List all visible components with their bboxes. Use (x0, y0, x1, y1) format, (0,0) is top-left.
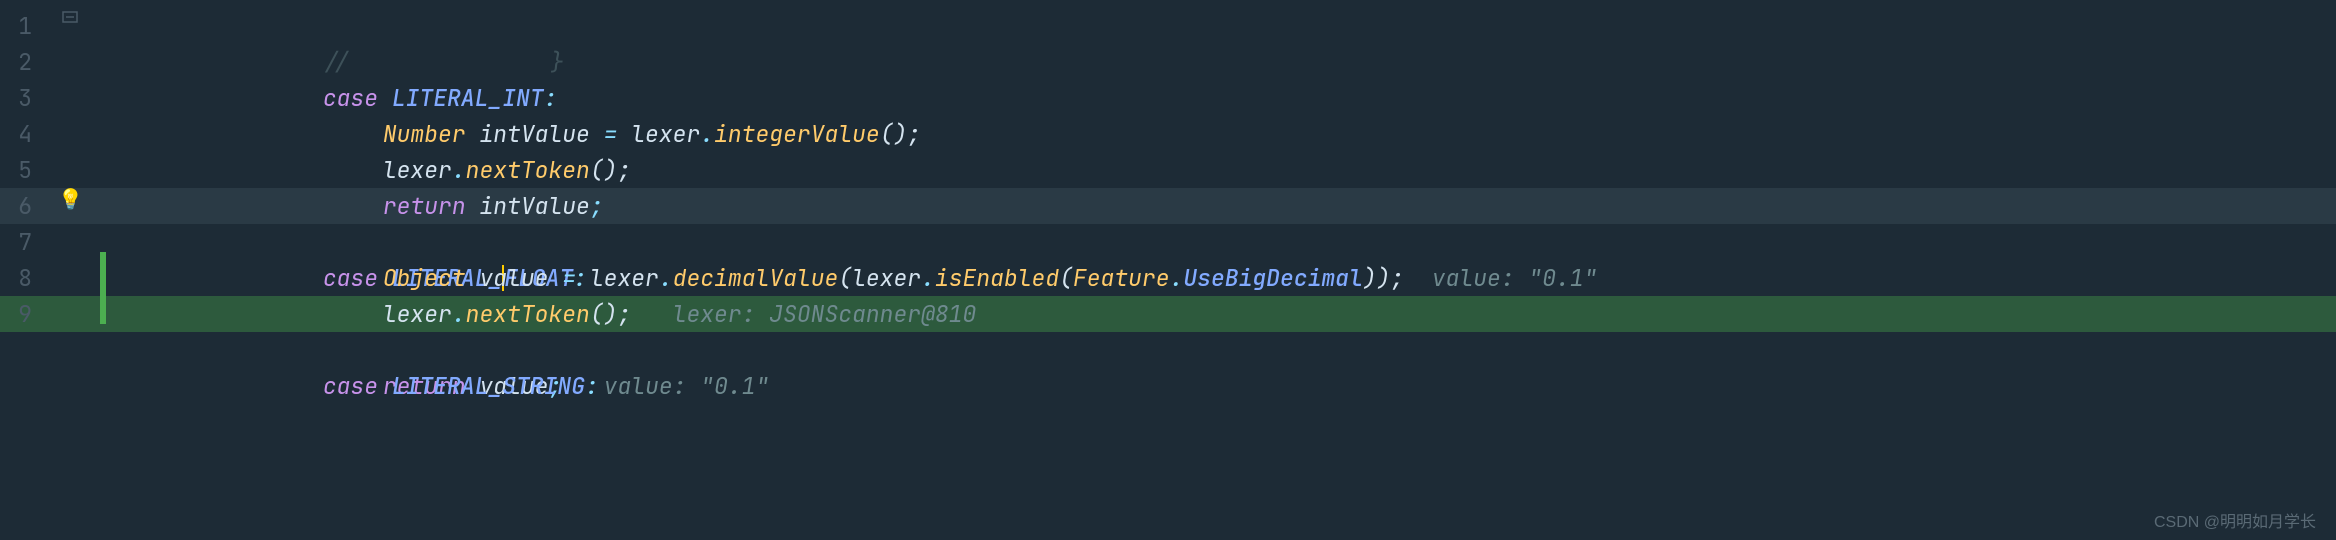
current-line-highlight (0, 188, 2336, 224)
code-line[interactable]: return value; value: "0.1" (160, 296, 2336, 332)
code-line[interactable]: case LITERAL_INT: (160, 44, 2336, 80)
constant: LITERAL_STRING (392, 371, 585, 401)
keyword-case: case (323, 371, 378, 401)
line-number: 2 (0, 44, 40, 80)
punct: : (585, 371, 599, 401)
change-marker (100, 252, 106, 324)
marker-gutter (100, 0, 160, 540)
execution-line-highlight (0, 296, 2336, 332)
line-number: 7 (0, 224, 40, 260)
line-number-gutter: 1 2 3 4 5 6 7 8 9 (0, 0, 40, 540)
inline-hint-value: "0.1" (700, 371, 769, 401)
line-number: 5 (0, 152, 40, 188)
line-number: 8 (0, 260, 40, 296)
icon-gutter: 💡 (40, 0, 100, 540)
line-number: 6 (0, 188, 40, 224)
code-line[interactable]: Object value = lexer.decimalValue(lexer.… (160, 224, 2336, 260)
code-area[interactable]: //} case LITERAL_INT: Number intValue = … (160, 0, 2336, 540)
code-editor[interactable]: 1 2 3 4 5 6 7 8 9 💡 //} case LITERAL_INT… (0, 0, 2336, 540)
code-line[interactable]: //} (160, 8, 2336, 44)
watermark: CSDN @明明如月学长 (2154, 508, 2316, 532)
code-line[interactable]: case LITERAL_STRING: (160, 332, 2336, 368)
code-line[interactable]: lexer.nextToken(); lexer: JSONScanner@81… (160, 260, 2336, 296)
code-line[interactable]: Number intValue = lexer.integerValue(); (160, 80, 2336, 116)
fold-icon[interactable] (62, 0, 78, 12)
code-line[interactable]: case LITERAL_FLOAT: (160, 188, 2336, 224)
intention-bulb-icon[interactable]: 💡 (58, 186, 83, 212)
line-number: 3 (0, 80, 40, 116)
code-line[interactable]: return intValue; (160, 152, 2336, 188)
line-number: 9 (0, 296, 40, 332)
line-number: 1 (0, 8, 40, 44)
code-line[interactable]: lexer.nextToken(); (160, 116, 2336, 152)
line-number: 4 (0, 116, 40, 152)
